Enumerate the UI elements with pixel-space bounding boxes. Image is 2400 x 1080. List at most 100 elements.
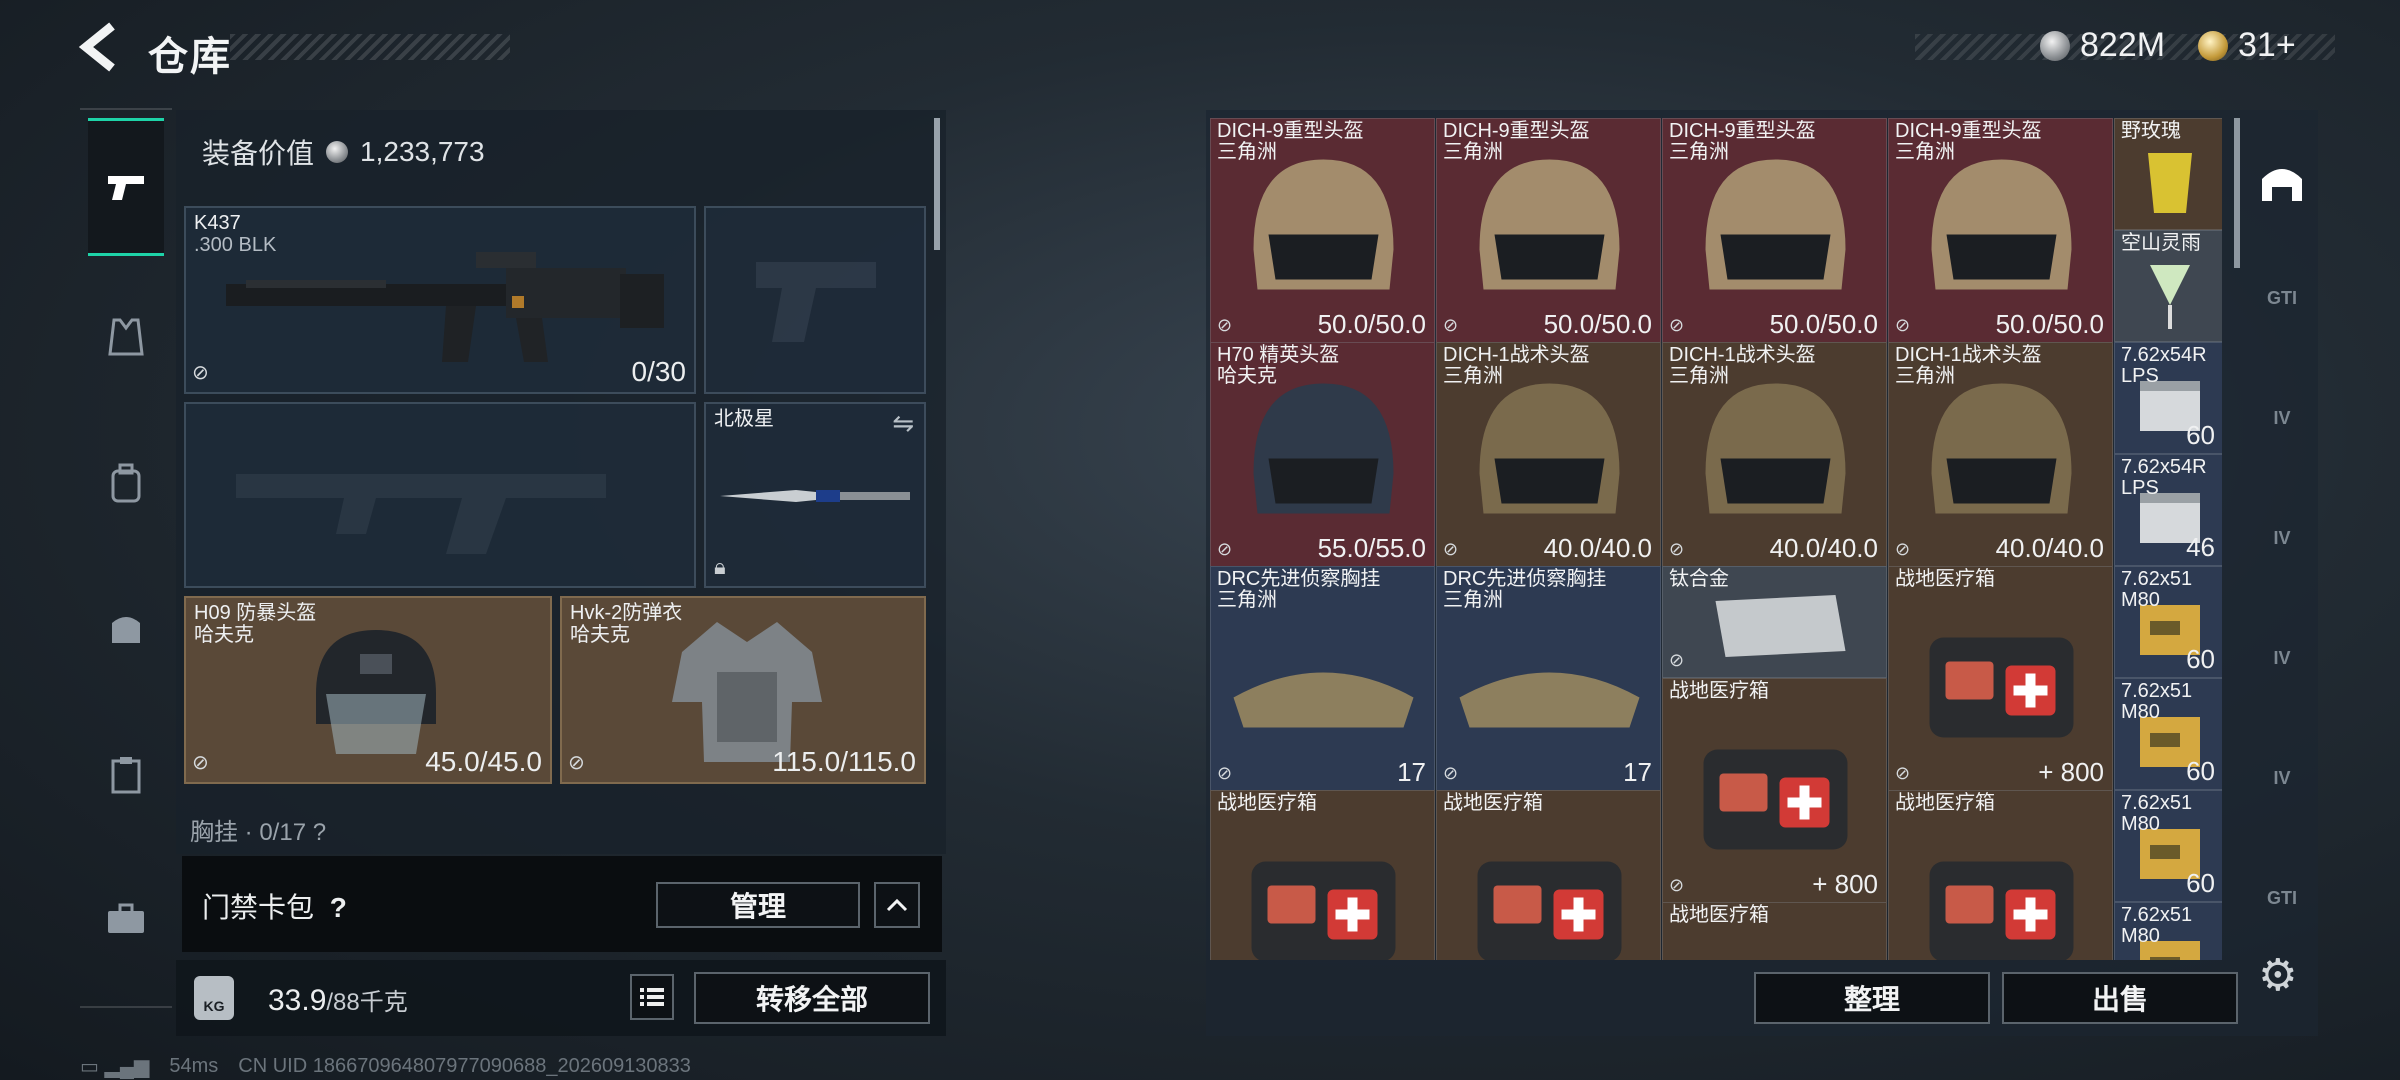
item-title: 战地医疗箱 — [1895, 792, 1995, 814]
silver-coin-icon — [326, 141, 349, 163]
pistol-placeholder-icon — [756, 262, 876, 342]
item-name: 战地医疗箱 — [1669, 681, 1769, 702]
item-title: DICH-1战术头盔 — [1443, 344, 1590, 366]
side-tab-iv-4[interactable]: IV — [2250, 748, 2314, 808]
side-tab-gti[interactable]: GTI — [2250, 268, 2314, 328]
stash-item[interactable]: DICH-9重型头盔 三角洲 50.0/50.0 ⊘ — [1436, 118, 1661, 343]
nav-backpack[interactable] — [88, 448, 164, 518]
expand-button[interactable] — [874, 882, 920, 928]
item-title: DRC先进侦察胸挂 — [1217, 568, 1381, 590]
stash-item[interactable]: 7.62x51 M80 60 — [2114, 566, 2222, 678]
settings-gear-icon[interactable]: ⚙ — [2258, 950, 2297, 1001]
clipboard-icon — [111, 757, 141, 794]
side-tab-gti-2[interactable]: GTI — [2250, 868, 2314, 928]
item-maker: M80 — [2121, 925, 2160, 947]
stash-item[interactable]: 战地医疗箱 + 800 ⊘ — [1662, 678, 1887, 903]
stash-item[interactable]: DICH-1战术头盔 三角洲 40.0/40.0 ⊘ — [1888, 342, 2113, 567]
armor-slot[interactable]: Hvk-2防弹衣 哈夫克 ⊘ 115.0/115.0 — [560, 596, 926, 784]
item-maker: 三角洲 — [1669, 141, 1729, 163]
user-uid: CN UID 1866709648079770906​88_2026091308… — [238, 1055, 691, 1077]
swap-icon[interactable]: ⇋ — [892, 408, 914, 439]
weight-current: 33.9 — [268, 984, 327, 1017]
stash-item[interactable]: DICH-1战术头盔 三角洲 40.0/40.0 ⊘ — [1436, 342, 1661, 567]
stash-item[interactable]: 7.62x51 M80 60 — [2114, 790, 2222, 902]
back-button[interactable] — [78, 22, 124, 72]
stash-item[interactable]: DRC先进侦察胸挂 三角洲 17 ⊘ — [1210, 566, 1435, 791]
item-value: 40.0/40.0 — [1543, 533, 1652, 563]
item-maker: M80 — [2121, 589, 2160, 611]
helmet-durability: 45.0/45.0 — [425, 746, 542, 777]
item-maker: 三角洲 — [1443, 141, 1503, 163]
riot-helmet-image — [316, 630, 436, 754]
side-tab-iv-3[interactable]: IV — [2250, 628, 2314, 688]
stash-item[interactable]: 战地医疗箱⊘ — [1662, 902, 1887, 960]
stash-item[interactable]: 7.62x51 M80 60 — [2114, 678, 2222, 790]
primary-weapon-slot[interactable]: K437 .300 BLK ⊘ 0/30 — [184, 206, 696, 394]
stash-item[interactable]: 钛合金 ⊘ — [1662, 566, 1887, 678]
stash-item[interactable]: 战地医疗箱⊘ — [1210, 790, 1435, 960]
item-name: 战地医疗箱 — [1443, 793, 1543, 814]
safebox-icon — [112, 617, 140, 643]
stash-item[interactable]: 7.62x51 M80 — [2114, 902, 2222, 960]
item-value: 60 — [2186, 420, 2215, 450]
stash-item[interactable]: DICH-9重型头盔 三角洲 50.0/50.0 ⊘ — [1210, 118, 1435, 343]
non-insured-icon: ⊘ — [1669, 315, 1685, 335]
sell-button[interactable]: 出售 — [2002, 972, 2238, 1024]
nav-weapons[interactable] — [88, 118, 164, 256]
stash-item[interactable]: DRC先进侦察胸挂 三角洲 17 ⊘ — [1436, 566, 1661, 791]
item-title: DRC先进侦察胸挂 — [1443, 568, 1607, 590]
side-tab-helmet[interactable] — [2250, 150, 2314, 210]
weight-display: 33.9/88千克 — [268, 982, 408, 1018]
item-title: DICH-1战术头盔 — [1895, 344, 2042, 366]
stash-scrollbar[interactable] — [2234, 118, 2240, 268]
item-title: 7.62x51 — [2121, 568, 2193, 590]
silver-currency[interactable]: 822M — [2040, 26, 2165, 65]
item-value: 55.0/55.0 — [1317, 533, 1426, 563]
lock-icon: 🔒︎ — [714, 554, 726, 579]
backpack-icon — [111, 463, 141, 503]
loadout-scrollbar[interactable] — [934, 118, 940, 250]
item-name: DICH-9重型头盔 三角洲 — [1895, 121, 2042, 163]
helmet-slot[interactable]: H09 防暴头盔 哈夫克 ⊘ 45.0/45.0 — [184, 596, 552, 784]
item-title: 7.62x54R — [2121, 456, 2207, 478]
item-title: DICH-9重型头盔 — [1895, 120, 2042, 142]
item-title: 战地医疗箱 — [1443, 792, 1543, 814]
stash-item[interactable]: DICH-1战术头盔 三角洲 40.0/40.0 ⊘ — [1662, 342, 1887, 567]
secondary-weapon-slot-empty[interactable] — [184, 402, 696, 588]
stash-item[interactable]: DICH-9重型头盔 三角洲 50.0/50.0 ⊘ — [1888, 118, 2113, 343]
item-title: DICH-9重型头盔 — [1669, 120, 1816, 142]
sort-button[interactable]: 整理 — [1754, 972, 1990, 1024]
nav-chest-rig[interactable] — [88, 302, 164, 372]
nav-toolbox[interactable] — [88, 884, 164, 954]
stash-item[interactable]: 野玫瑰 — [2114, 118, 2222, 230]
transfer-all-button[interactable]: 转移全部 — [694, 972, 930, 1024]
stash-item[interactable]: H70 精英头盔 哈夫克 55.0/55.0 ⊘ — [1210, 342, 1435, 567]
item-value: 50.0/50.0 — [1995, 309, 2104, 339]
stash-item[interactable]: 7.62x54R LPS 60 — [2114, 342, 2222, 454]
list-view-button[interactable] — [630, 974, 674, 1020]
stash-item[interactable]: 战地医疗箱⊘ — [1888, 790, 2113, 960]
stash-item[interactable]: 战地医疗箱⊘ — [1436, 790, 1661, 960]
item-maker: LPS — [2121, 365, 2159, 387]
manage-button[interactable]: 管理 — [656, 882, 860, 928]
help-icon[interactable]: ? — [330, 892, 347, 924]
stash-grid: DICH-9重型头盔 三角洲 50.0/50.0 ⊘ DICH-9重型头盔 三角洲 50.… — [1210, 118, 2222, 960]
item-name: 战地医疗箱 — [1669, 905, 1769, 926]
stash-item[interactable]: 7.62x54R LPS 46 — [2114, 454, 2222, 566]
chest-rig-row[interactable]: 胸挂 · 0/17 ? — [190, 812, 326, 847]
side-tab-iv-2[interactable]: IV — [2250, 508, 2314, 568]
item-value: 17 — [1397, 757, 1426, 787]
item-title: 7.62x51 — [2121, 792, 2193, 814]
nav-safebox[interactable] — [88, 594, 164, 664]
side-tab-iv-1[interactable]: IV — [2250, 388, 2314, 448]
item-maker: 哈夫克 — [1217, 365, 1277, 387]
stash-item[interactable]: 战地医疗箱 + 800 ⊘ — [1888, 566, 2113, 791]
equipment-value-amount: 1,233,773 — [360, 136, 485, 167]
nav-clipboard[interactable] — [88, 740, 164, 810]
item-name: 7.62x51 M80 — [2121, 569, 2192, 611]
stash-item[interactable]: 空山灵雨 — [2114, 230, 2222, 342]
pistol-slot-empty[interactable] — [704, 206, 926, 394]
gold-currency[interactable]: 31+ — [2198, 26, 2296, 65]
stash-item[interactable]: DICH-9重型头盔 三角洲 50.0/50.0 ⊘ — [1662, 118, 1887, 343]
melee-slot[interactable]: 北极星 ⇋ 🔒︎ — [704, 402, 926, 588]
